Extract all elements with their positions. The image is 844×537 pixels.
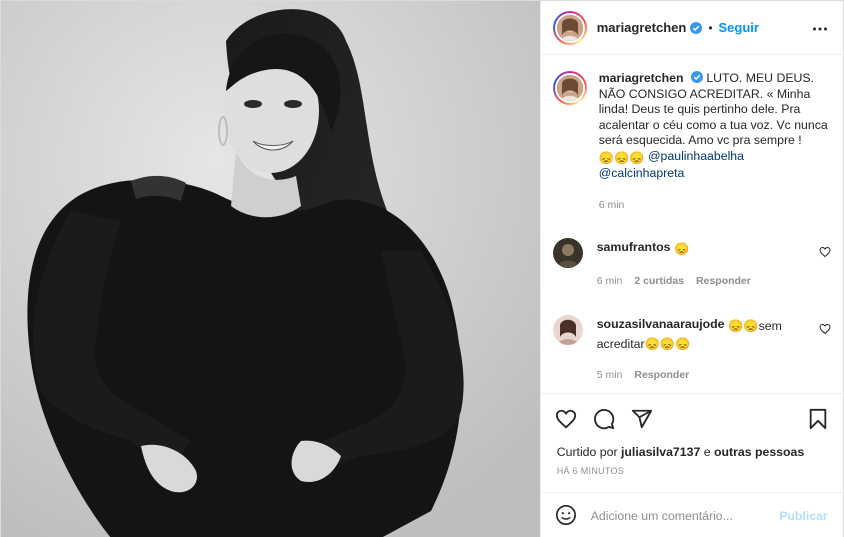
comment-username[interactable]: samufrantos bbox=[597, 240, 671, 254]
comment-input[interactable] bbox=[590, 509, 771, 523]
share-send-icon[interactable] bbox=[631, 408, 653, 430]
avatar-image bbox=[556, 14, 583, 41]
liked-user[interactable]: juliasilva7137 bbox=[621, 445, 700, 459]
like-heart-icon[interactable] bbox=[555, 408, 577, 430]
post-actions: Curtido por juliasilva7137 e outras pess… bbox=[540, 393, 844, 537]
instagram-post: mariagretchen • Seguir mariagretchen LUT… bbox=[0, 0, 844, 537]
comment-like-heart-icon[interactable] bbox=[819, 323, 831, 335]
comment-body: souzasilvanaaraujode 😞😞sem acreditar😞😞😞 … bbox=[597, 315, 807, 384]
avatar-image bbox=[556, 75, 583, 101]
caption-username[interactable]: mariagretchen bbox=[599, 71, 684, 85]
comment-time[interactable]: 5 min bbox=[597, 368, 623, 384]
reply-button[interactable]: Responder bbox=[634, 368, 689, 384]
add-comment-bar: Publicar bbox=[540, 492, 844, 537]
reply-button[interactable]: Responder bbox=[696, 274, 751, 290]
comment-text: 😞 bbox=[673, 242, 690, 256]
comment-bubble-icon[interactable] bbox=[593, 408, 615, 430]
comment-item: samufrantos 😞 6 min 2 curtidas Responder bbox=[552, 238, 833, 289]
caption-body: mariagretchen LUTO. MEU DEUS. NÃO CONSIG… bbox=[599, 71, 833, 213]
verified-badge-icon bbox=[690, 21, 703, 34]
caption-mention[interactable]: @calcinhapreta bbox=[599, 166, 685, 180]
avatar-image bbox=[552, 315, 583, 345]
verified-badge-icon bbox=[690, 71, 703, 83]
comment-username[interactable]: souzasilvanaaraujode bbox=[597, 317, 725, 331]
post-timestamp[interactable]: HÁ 6 MINUTOS bbox=[557, 466, 624, 476]
commenter-avatar[interactable] bbox=[552, 238, 583, 268]
author-username[interactable]: mariagretchen bbox=[597, 20, 687, 35]
save-bookmark-icon[interactable] bbox=[808, 408, 828, 430]
liked-others[interactable]: outras pessoas bbox=[714, 445, 804, 459]
comment-likes[interactable]: 2 curtidas bbox=[634, 274, 684, 290]
post-header: mariagretchen • Seguir bbox=[540, 1, 844, 55]
publish-button[interactable]: Publicar bbox=[779, 509, 828, 523]
comment-like-heart-icon[interactable] bbox=[819, 246, 831, 258]
liked-by: Curtido por juliasilva7137 e outras pess… bbox=[557, 445, 804, 459]
caption-time[interactable]: 6 min bbox=[599, 198, 833, 214]
comment-text: 😞😞sem bbox=[727, 319, 782, 333]
comment-body: samufrantos 😞 6 min 2 curtidas Responder bbox=[597, 238, 807, 289]
liked-prefix: Curtido por bbox=[556, 445, 618, 459]
comment-text-continued: acreditar😞😞😞 bbox=[596, 336, 691, 351]
commenter-avatar[interactable] bbox=[552, 315, 583, 345]
caption-mention[interactable]: @paulinhaabelha bbox=[648, 149, 744, 163]
post-caption: mariagretchen LUTO. MEU DEUS. NÃO CONSIG… bbox=[552, 71, 833, 213]
post-side-panel: mariagretchen • Seguir mariagretchen LUT… bbox=[539, 1, 844, 537]
avatar-image bbox=[552, 238, 583, 268]
caption-emoji: 😞😞😞 bbox=[598, 150, 645, 165]
comment-item: souzasilvanaaraujode 😞😞sem acreditar😞😞😞 … bbox=[552, 315, 833, 384]
comment-time[interactable]: 6 min bbox=[597, 274, 623, 290]
liked-and: e bbox=[703, 445, 711, 459]
comment-meta: 6 min 2 curtidas Responder bbox=[597, 274, 807, 290]
smiley-icon[interactable] bbox=[555, 504, 577, 529]
action-icons bbox=[555, 408, 653, 430]
more-horizontal-icon[interactable] bbox=[812, 21, 828, 37]
comment-meta: 5 min Responder bbox=[597, 368, 807, 384]
post-photo-image bbox=[1, 1, 540, 537]
post-photo[interactable] bbox=[1, 1, 540, 537]
separator-dot: • bbox=[708, 20, 713, 35]
author-avatar[interactable] bbox=[552, 10, 587, 45]
caption-author-avatar[interactable] bbox=[552, 71, 587, 105]
follow-button[interactable]: Seguir bbox=[719, 20, 759, 35]
